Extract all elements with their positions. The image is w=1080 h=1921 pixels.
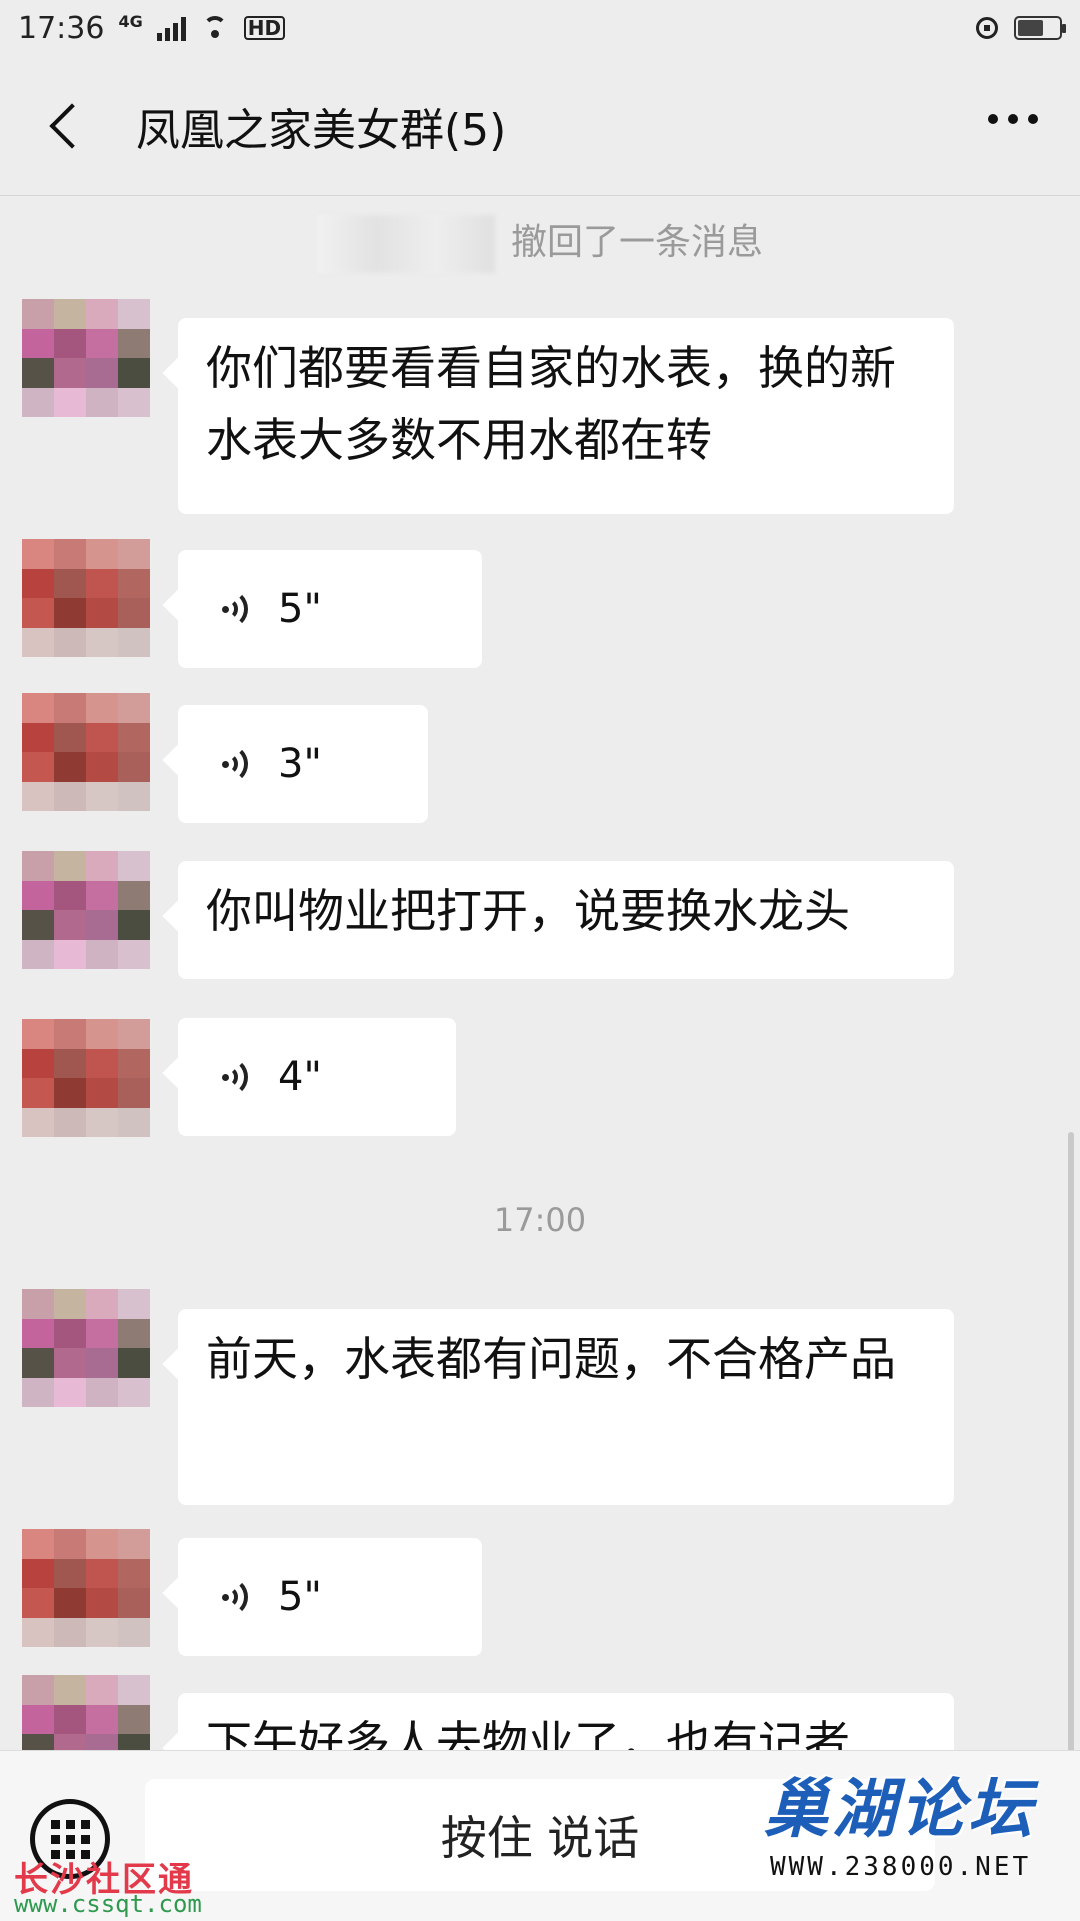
watermark-right-brand: 巢湖论坛 — [764, 1773, 1036, 1847]
text-message[interactable]: 你叫物业把打开，说要换水龙头 — [178, 861, 954, 979]
watermark-right-url: WWW.238000.NET — [770, 1852, 1032, 1882]
chat-title: 凤凰之家美女群(5) — [136, 104, 507, 156]
avatar[interactable] — [22, 1019, 150, 1137]
signal-icon — [156, 15, 186, 41]
status-bar: 17:36 4G HD — [0, 0, 1080, 56]
text-message[interactable]: 下午好多人去物业了，也有记者 — [178, 1693, 954, 1750]
avatar[interactable] — [22, 851, 150, 969]
message-list[interactable]: 撤回了一条消息 你们都要看看自家的水表，换的新水表大多数不用水都在转 5" 3"… — [0, 197, 1080, 1750]
watermark-left-url: www.cssqt.com — [14, 1890, 202, 1918]
network-label: 4G — [118, 11, 143, 31]
avatar[interactable] — [22, 1675, 150, 1750]
battery-icon — [1014, 16, 1066, 40]
time-divider: 17:00 — [493, 1201, 587, 1239]
voice-icon — [222, 1575, 258, 1619]
more-options-icon[interactable] — [988, 114, 1038, 124]
avatar[interactable] — [22, 299, 150, 417]
voice-icon — [222, 587, 258, 631]
voice-message[interactable]: 5" — [178, 550, 482, 668]
blurred-name — [316, 215, 495, 273]
avatar[interactable] — [22, 539, 150, 657]
voice-icon — [222, 742, 258, 786]
scrollbar[interactable] — [1068, 1132, 1074, 1750]
avatar[interactable] — [22, 693, 150, 811]
hd-icon: HD — [243, 16, 286, 40]
text-message[interactable]: 你们都要看看自家的水表，换的新水表大多数不用水都在转 — [178, 318, 954, 514]
rotation-lock-icon — [976, 17, 998, 39]
voice-message[interactable]: 4" — [178, 1018, 456, 1136]
status-time: 17:36 — [18, 10, 105, 46]
voice-message[interactable]: 5" — [178, 1538, 482, 1656]
text-message[interactable]: 前天，水表都有问题，不合格产品 — [178, 1309, 954, 1505]
avatar[interactable] — [22, 1289, 150, 1407]
voice-icon — [222, 1055, 258, 1099]
voice-message[interactable]: 3" — [178, 705, 428, 823]
recall-notice: 撤回了一条消息 — [0, 213, 1080, 273]
avatar[interactable] — [22, 1529, 150, 1647]
chat-header: 凤凰之家美女群(5) — [0, 56, 1080, 196]
wifi-icon — [200, 16, 230, 40]
back-icon[interactable] — [42, 102, 90, 150]
